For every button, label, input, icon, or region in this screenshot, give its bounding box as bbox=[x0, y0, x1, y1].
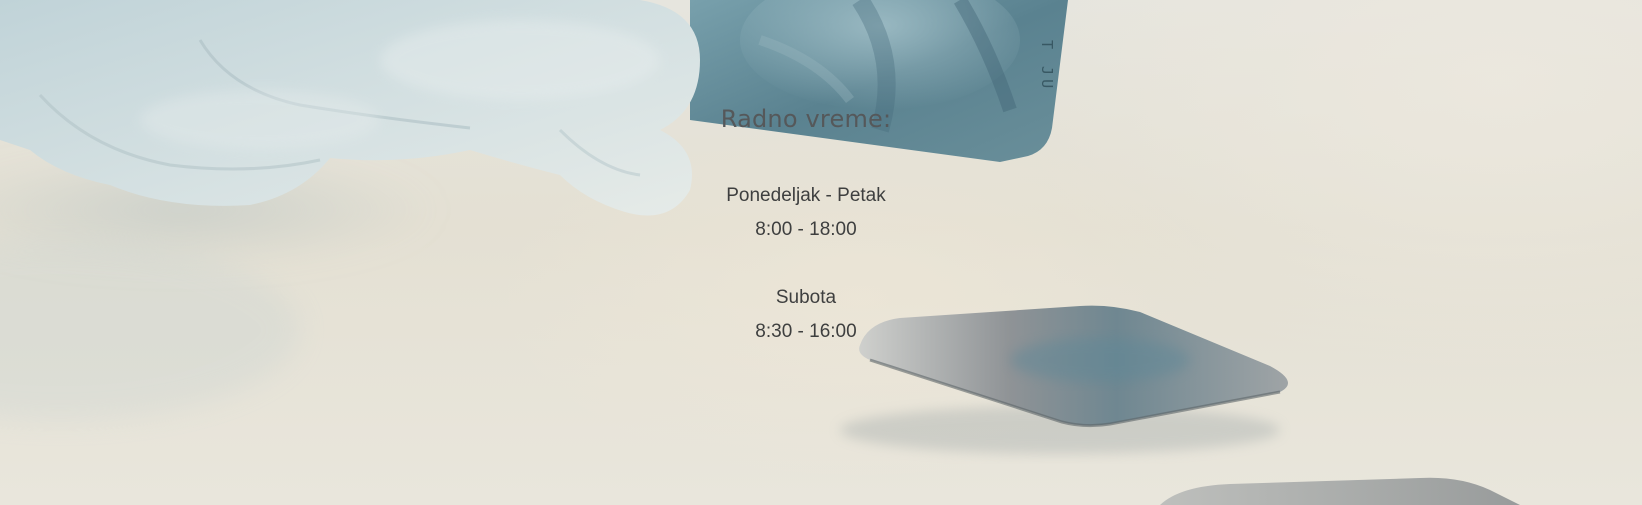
working-hours-list: Ponedeljak - Petak 8:00 - 18:00 Subota 8… bbox=[656, 184, 956, 344]
hours-day-label: Ponedeljak - Petak bbox=[726, 185, 886, 206]
hero-section: T JU Radno vreme: Ponedeljak - Petak 8:0… bbox=[0, 0, 1642, 505]
hours-entry-saturday: Subota 8:30 - 16:00 bbox=[656, 286, 956, 344]
second-sensor-plate bbox=[1160, 477, 1520, 505]
hours-time-range: 8:30 - 16:00 bbox=[755, 321, 857, 342]
hours-entry-weekdays: Ponedeljak - Petak 8:00 - 18:00 bbox=[656, 184, 956, 242]
working-hours-title: Radno vreme: bbox=[720, 105, 892, 133]
film-marking-text: T JU bbox=[1038, 40, 1056, 92]
hours-day-label: Subota bbox=[775, 287, 837, 308]
hours-time-range: 8:00 - 18:00 bbox=[755, 219, 857, 240]
working-hours-panel: Radno vreme: Ponedeljak - Petak 8:00 - 1… bbox=[656, 104, 956, 344]
